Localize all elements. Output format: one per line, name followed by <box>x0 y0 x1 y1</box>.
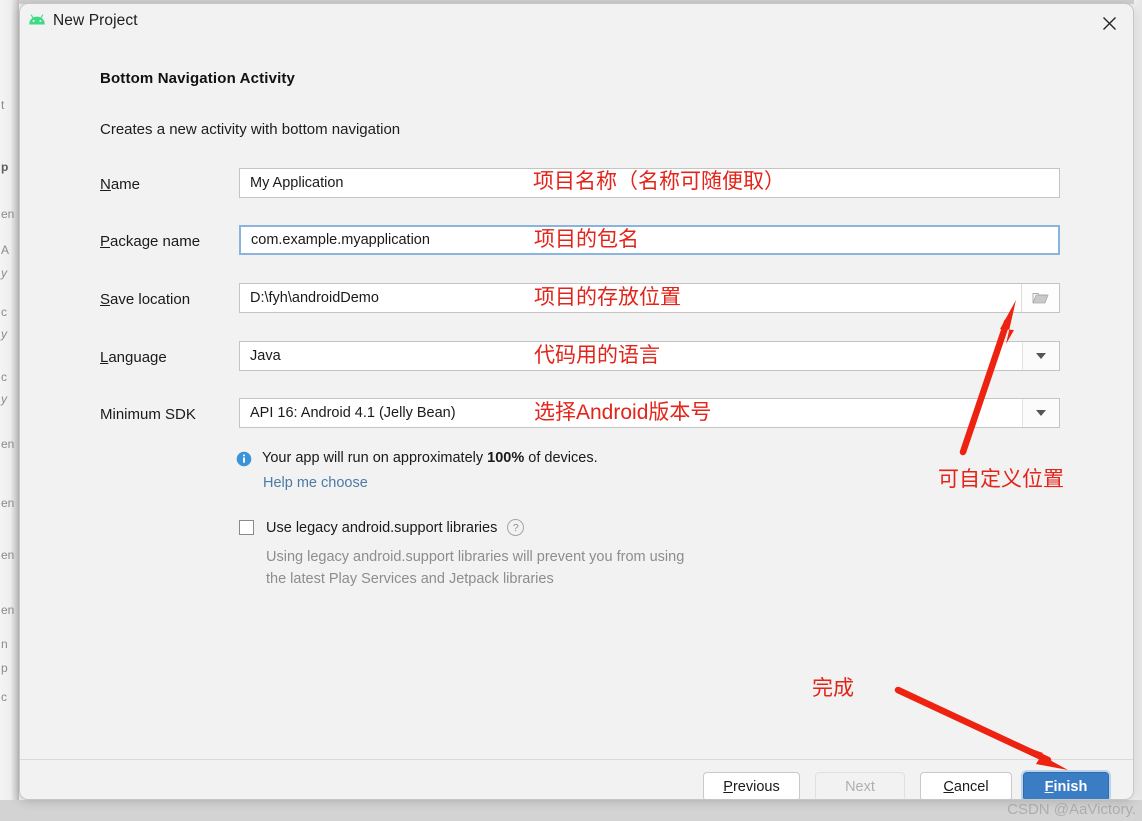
question-mark-icon[interactable]: ? <box>507 519 525 536</box>
info-icon <box>236 451 252 472</box>
chevron-down-icon-minsdk[interactable] <box>1022 399 1059 427</box>
label-save-location: Save location <box>100 291 191 308</box>
background-text-fragment: y <box>1 327 7 341</box>
background-text-fragment: en <box>1 207 15 221</box>
minimum-sdk-select[interactable]: API 16: Android 4.1 (Jelly Bean) <box>239 398 1060 428</box>
dialog-title: New Project <box>53 12 138 29</box>
package-name-input[interactable]: com.example.myapplication <box>238 224 1061 256</box>
help-me-choose-link[interactable]: Help me choose <box>263 475 368 491</box>
language-select-value: Java <box>250 348 281 364</box>
label-name: Name <box>100 176 141 193</box>
info-percent: 100% <box>487 450 525 466</box>
background-text-fragment: p <box>1 661 8 675</box>
background-text-fragment: t <box>1 98 5 112</box>
previous-button[interactable]: Previous <box>703 772 800 799</box>
chevron-down-icon-language[interactable] <box>1022 342 1059 370</box>
page-title: Bottom Navigation Activity <box>100 70 296 87</box>
background-text-fragment: en <box>1 437 15 451</box>
next-button: Next <box>815 772 905 799</box>
background-text-fragment: c <box>1 305 7 319</box>
name-input-value: My Application <box>250 175 344 191</box>
background-text-fragment: y <box>1 266 7 280</box>
background-left-panel: t p en Ay c y c y en en en en n p c <box>0 0 19 800</box>
background-text-fragment: c <box>1 690 7 704</box>
background-text-fragment: c <box>1 370 7 384</box>
info-text-after: of devices. <box>524 450 598 466</box>
device-coverage-info: Your app will run on approximately 100% … <box>236 450 598 472</box>
legacy-libraries-row[interactable]: Use legacy android.support libraries ? <box>239 519 525 536</box>
folder-icon[interactable] <box>1021 284 1059 312</box>
finish-button[interactable]: Finish <box>1023 772 1109 799</box>
name-input[interactable]: My Application <box>239 168 1060 198</box>
dialog-titlebar: New Project <box>20 4 1133 42</box>
background-text-fragment: n <box>1 637 8 651</box>
legacy-libraries-description: Using legacy android.support libraries w… <box>266 546 826 590</box>
label-language: Language <box>100 349 167 366</box>
new-project-dialog: New Project Bottom Navigation Activity C… <box>19 3 1134 800</box>
page-subtitle: Creates a new activity with bottom navig… <box>100 121 401 138</box>
legacy-libraries-checkbox[interactable] <box>239 520 254 535</box>
dialog-footer: Previous Next Cancel Finish <box>20 760 1133 799</box>
label-minimum-sdk: Minimum SDK <box>100 406 196 423</box>
package-name-input-value: com.example.myapplication <box>251 232 430 248</box>
language-select[interactable]: Java <box>239 341 1060 371</box>
background-text-fragment: p <box>1 160 9 174</box>
cancel-button[interactable]: Cancel <box>920 772 1012 799</box>
save-location-input-value: D:\fyh\androidDemo <box>250 290 379 306</box>
background-text-fragment: y <box>1 392 7 406</box>
device-coverage-text: Your app will run on approximately 100% … <box>262 450 598 466</box>
save-location-input[interactable]: D:\fyh\androidDemo <box>239 283 1060 313</box>
background-text-fragment: en <box>1 496 15 510</box>
background-text-fragment: A <box>1 243 10 257</box>
legacy-libraries-label: Use legacy android.support libraries <box>266 519 498 536</box>
background-text-fragment: en <box>1 603 15 617</box>
background-right-panel <box>1134 0 1142 821</box>
background-text-fragment: en <box>1 548 15 562</box>
android-logo-icon <box>27 13 47 29</box>
info-text-before: Your app will run on approximately <box>262 450 488 466</box>
legacy-desc-line1: Using legacy android.support libraries w… <box>266 549 685 565</box>
label-package-name: Package name <box>100 233 201 250</box>
minimum-sdk-select-value: API 16: Android 4.1 (Jelly Bean) <box>250 405 456 421</box>
background-bottom-bar <box>0 800 1142 821</box>
legacy-desc-line2: the latest Play Services and Jetpack lib… <box>266 571 554 587</box>
close-icon[interactable] <box>1087 6 1131 40</box>
